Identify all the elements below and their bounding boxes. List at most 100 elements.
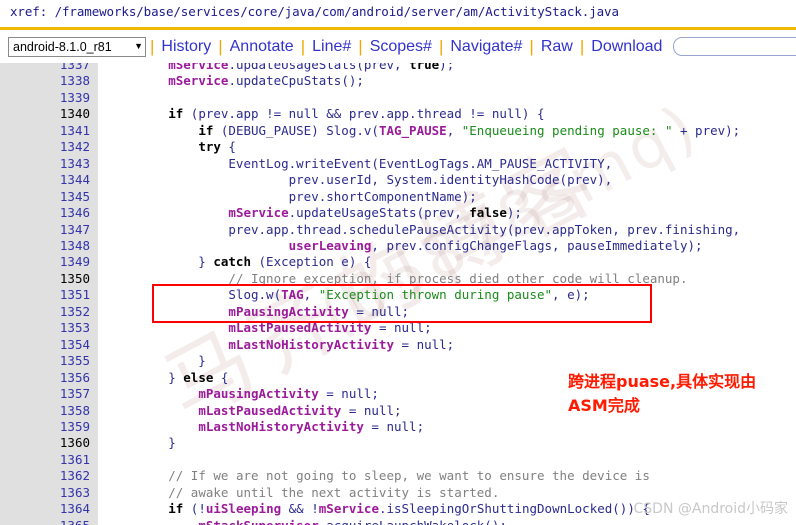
line-number[interactable]: 1356	[0, 369, 98, 387]
toolbar-link-download[interactable]: Download	[588, 38, 665, 55]
code-line-content: try {	[98, 139, 796, 155]
toolbar-link-scopes[interactable]: Scopes#	[367, 38, 435, 55]
toolbar-separator: |	[579, 36, 585, 56]
line-number[interactable]: 1341	[0, 122, 98, 140]
line-number[interactable]: 1353	[0, 320, 98, 337]
code-token: (!	[183, 501, 206, 517]
red-annotation-note: 跨进程puase,具体实现由ASM完成	[568, 372, 757, 415]
line-number[interactable]: 1354	[0, 336, 98, 354]
source-code-viewer[interactable]: 马齐的博客 (05878smq) 1337 mService.updateUsa…	[0, 63, 796, 525]
code-line: 1359 mLastNoHistoryActivity = null;	[0, 418, 796, 436]
code-line: 1339	[0, 89, 796, 107]
code-line: 1352 mPausingActivity = null;	[0, 303, 796, 321]
line-number[interactable]: 1358	[0, 402, 98, 419]
code-line: 1346 mService.updateUsageStats(prev, fal…	[0, 205, 796, 222]
code-token: "Exception thrown during pause"	[318, 287, 553, 303]
line-number[interactable]: 1344	[0, 172, 98, 189]
toolbar-link-raw[interactable]: Raw	[538, 38, 576, 55]
code-token: mService	[228, 205, 289, 221]
xref-header: xref: /frameworks/base/services/core/jav…	[0, 0, 796, 27]
code-token: mService	[318, 501, 379, 517]
line-number[interactable]: 1364	[0, 501, 98, 518]
line-number[interactable]: 1343	[0, 155, 98, 173]
code-line: 1354 mLastNoHistoryActivity = null;	[0, 336, 796, 354]
code-line-content: mPausingActivity = null;	[98, 304, 796, 320]
line-number[interactable]: 1338	[0, 73, 98, 90]
code-line: 1342 try {	[0, 139, 796, 156]
toolbar-link-line-number[interactable]: Line#	[309, 38, 354, 55]
line-number[interactable]: 1362	[0, 468, 98, 485]
line-number[interactable]: 1361	[0, 451, 98, 469]
code-token: = null;	[341, 402, 402, 418]
code-token: mPausingActivity	[228, 303, 349, 319]
line-number[interactable]: 1342	[0, 139, 98, 156]
toolbar-link-navigate[interactable]: Navigate#	[447, 38, 525, 55]
line-number[interactable]: 1348	[0, 237, 98, 255]
code-line: 1349 } catch (Exception e) {	[0, 254, 796, 271]
code-token: userLeaving	[288, 237, 372, 253]
line-number[interactable]: 1350	[0, 270, 98, 288]
code-token: && !	[281, 501, 319, 517]
code-token: }	[108, 353, 206, 369]
code-line: 1341 if (DEBUG_PAUSE) Slog.v(TAG_PAUSE, …	[0, 122, 796, 140]
code-token: if	[168, 106, 184, 122]
toolbar-link-history[interactable]: History	[158, 38, 214, 55]
line-number[interactable]: 1346	[0, 205, 98, 222]
code-line: 1353 mLastPausedActivity = null;	[0, 320, 796, 337]
code-line-content: }	[98, 435, 796, 451]
line-number[interactable]: 1352	[0, 303, 98, 321]
line-number[interactable]: 1357	[0, 386, 98, 403]
line-number[interactable]: 1355	[0, 353, 98, 370]
line-number[interactable]: 1347	[0, 221, 98, 238]
toolbar-link-annotate[interactable]: Annotate	[227, 38, 297, 55]
code-token: .updateUsageStats(prev,	[228, 63, 410, 72]
search-input[interactable]	[673, 37, 796, 56]
line-number[interactable]: 1340	[0, 106, 98, 123]
code-token: = null;	[371, 320, 432, 336]
code-token: }	[108, 435, 176, 451]
csdn-watermark: CSDN @Android小码家	[633, 501, 789, 517]
code-line-content: mLastPausedActivity = null;	[98, 320, 796, 336]
line-number[interactable]: 1360	[0, 435, 98, 452]
code-line-content: }	[98, 353, 796, 369]
toolbar-separator: |	[300, 36, 306, 56]
code-token: "Enqueueing pending pause: "	[461, 122, 673, 138]
code-token: (DEBUG_PAUSE) Slog.v(	[213, 122, 379, 138]
line-number[interactable]: 1351	[0, 287, 98, 304]
code-line: 1337 mService.updateUsageStats(prev, tru…	[0, 63, 796, 74]
line-number[interactable]: 1337	[0, 63, 98, 74]
code-token: = null;	[394, 336, 455, 352]
code-token: mService	[168, 63, 229, 72]
line-number[interactable]: 1349	[0, 254, 98, 271]
code-token: );	[506, 205, 522, 221]
code-token: mLastNoHistoryActivity	[198, 418, 364, 434]
line-number[interactable]: 1363	[0, 484, 98, 502]
code-token: .updateUsageStats(prev,	[288, 205, 470, 221]
xref-label: xref:	[10, 4, 55, 19]
code-token: mLastPausedActivity	[198, 402, 342, 418]
code-line: 1350 // Ignore exception, if process die…	[0, 270, 796, 288]
line-number[interactable]: 1339	[0, 89, 98, 107]
code-line-content: prev.app.thread.schedulePauseActivity(pr…	[98, 222, 796, 238]
file-path: /frameworks/base/services/core/java/com/…	[54, 4, 619, 19]
line-number[interactable]: 1345	[0, 188, 98, 206]
line-number[interactable]: 1365	[0, 517, 98, 525]
code-line-content: userLeaving, prev.configChangeFlags, pau…	[98, 238, 796, 254]
code-token: {	[220, 139, 236, 155]
line-number[interactable]: 1359	[0, 418, 98, 436]
code-line: 1351 Slog.w(TAG, "Exception thrown durin…	[0, 287, 796, 304]
code-token: , e);	[552, 287, 590, 303]
project-version-select[interactable]: android-8.1.0_r81 ▼	[8, 36, 146, 57]
